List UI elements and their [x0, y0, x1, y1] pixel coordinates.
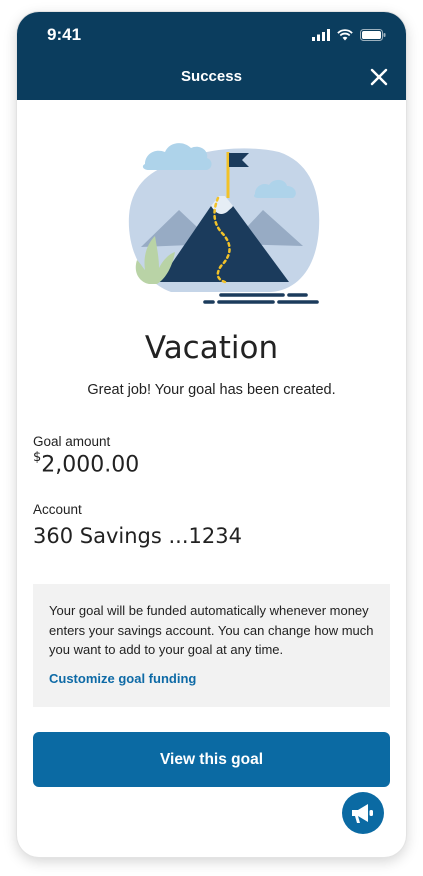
account-value: 360 Savings ...1234	[33, 524, 242, 548]
success-message: Great job! Your goal has been created.	[87, 382, 336, 398]
funding-info-card: Your goal will be funded automatically w…	[33, 584, 390, 707]
status-time: 9:41	[47, 25, 82, 44]
status-icons	[312, 29, 386, 41]
page-title: Success	[181, 68, 242, 85]
goal-amount-value: $2,000.00	[33, 450, 140, 478]
close-icon[interactable]	[370, 68, 388, 86]
feedback-button[interactable]	[342, 792, 384, 834]
view-goal-button[interactable]: View this goal	[33, 732, 390, 787]
header-bar: 9:41 Success	[17, 12, 406, 100]
battery-icon	[360, 29, 386, 41]
phone-screen: 9:41 Success Vacation Great job! Your go…	[17, 12, 406, 857]
goal-amount-label: Goal amount	[33, 434, 111, 449]
goal-amount-number: 2,000.00	[41, 452, 140, 478]
megaphone-icon	[352, 804, 373, 823]
wifi-icon	[337, 29, 353, 41]
currency-symbol: $	[33, 450, 42, 465]
signal-icon	[312, 29, 330, 41]
funding-info-text: Your goal will be funded automatically w…	[49, 603, 374, 657]
account-label: Account	[33, 502, 82, 517]
mountain-flag-illustration	[128, 143, 320, 304]
goal-name: Vacation	[144, 330, 279, 366]
customize-goal-funding-link[interactable]: Customize goal funding	[49, 671, 374, 686]
